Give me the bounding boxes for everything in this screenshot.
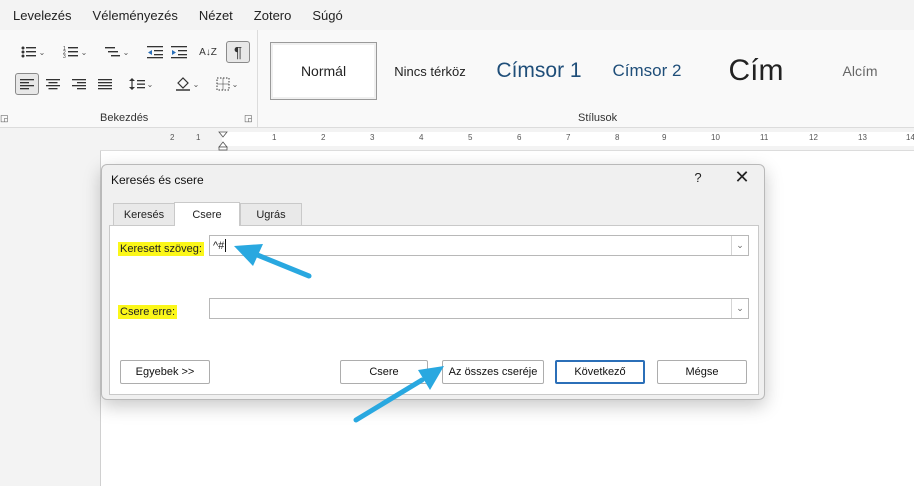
borders-button[interactable]: ⌄	[210, 73, 244, 95]
align-left-icon	[20, 79, 34, 90]
replace-input[interactable]: ⌄	[209, 298, 749, 319]
increase-indent-button[interactable]	[168, 41, 190, 63]
style-heading-2[interactable]: Címsor 2	[598, 42, 696, 100]
numbering-icon: 123	[63, 46, 78, 59]
chevron-down-icon: ⌄	[231, 79, 239, 89]
ruler-tick: 6	[517, 133, 522, 142]
find-label-text: Keresett szöveg:	[118, 242, 204, 256]
bullets-icon	[21, 46, 36, 58]
replace-label-text: Csere erre:	[118, 305, 178, 319]
style-normal[interactable]: Normál	[270, 42, 377, 100]
chevron-down-icon: ⌄	[122, 47, 130, 57]
chevron-down-icon: ⌄	[38, 47, 46, 57]
chevron-down-icon: ⌄	[146, 79, 154, 89]
chevron-down-icon: ⌄	[192, 79, 200, 89]
dialog-title: Keresés és csere	[111, 173, 204, 187]
paragraph-group-label: Bekezdés	[100, 112, 149, 124]
style-no-spacing[interactable]: Nincs térköz	[380, 42, 480, 100]
indent-marker[interactable]	[218, 129, 228, 151]
menu-bar: Levelezés Véleményezés Nézet Zotero Súgó	[0, 0, 914, 30]
ruler-tick: 12	[809, 133, 818, 142]
tab-find[interactable]: Keresés	[113, 203, 175, 225]
more-button[interactable]: Egyebek >>	[120, 360, 210, 384]
chevron-down-icon: ⌄	[736, 240, 744, 250]
find-next-button[interactable]: Következő	[555, 360, 645, 384]
multilevel-list-icon	[104, 47, 120, 57]
align-center-button[interactable]	[42, 73, 64, 95]
ruler-tick: 11	[760, 133, 769, 142]
chevron-down-icon: ⌄	[736, 303, 744, 313]
paragraph-group: ⌄ 1 2 3 ⌄ ⌄ A↓Z ¶ ⌄ ⌄ ⌄ Bekezdés ◲ ◲	[0, 30, 258, 128]
ruler-tick: 7	[566, 133, 571, 142]
svg-text:3: 3	[63, 54, 66, 59]
tab-goto[interactable]: Ugrás	[240, 203, 302, 225]
ruler-tick: 2	[321, 133, 326, 142]
ruler-tick: 4	[419, 133, 424, 142]
find-label: Keresett szöveg:	[118, 239, 204, 257]
decrease-indent-button[interactable]	[144, 41, 166, 63]
ruler-tick: 13	[858, 133, 867, 142]
menu-levelezes[interactable]: Levelezés	[13, 8, 72, 23]
replace-label: Csere erre:	[118, 302, 178, 320]
line-spacing-icon	[128, 78, 145, 90]
multilevel-list-button[interactable]: ⌄	[100, 41, 134, 63]
justify-button[interactable]	[94, 73, 116, 95]
find-input-value: ^#	[213, 239, 225, 252]
numbering-button[interactable]: 1 2 3 ⌄	[58, 41, 92, 63]
align-center-icon	[46, 79, 60, 90]
find-dropdown-button[interactable]: ⌄	[731, 236, 748, 255]
font-dialog-launcher[interactable]: ◲	[0, 113, 9, 124]
menu-zotero[interactable]: Zotero	[254, 8, 292, 23]
ruler-tick: 8	[615, 133, 620, 142]
replace-dropdown-button[interactable]: ⌄	[731, 299, 748, 318]
menu-velemenyezes[interactable]: Véleményezés	[93, 8, 178, 23]
shading-button[interactable]: ⌄	[170, 73, 204, 95]
bullets-button[interactable]: ⌄	[16, 41, 50, 63]
menu-nezet[interactable]: Nézet	[199, 8, 233, 23]
replace-all-button[interactable]: Az összes cseréje	[442, 360, 544, 384]
help-button[interactable]: ?	[692, 170, 704, 185]
chevron-down-icon: ⌄	[80, 47, 88, 57]
show-formatting-marks-button[interactable]: ¶	[226, 41, 250, 63]
align-right-icon	[72, 79, 86, 90]
decrease-indent-icon	[147, 46, 163, 59]
arrow-to-find-input	[234, 244, 312, 279]
sort-button[interactable]: A↓Z	[196, 41, 220, 63]
ruler-tick: 1	[272, 133, 277, 142]
close-button[interactable]: ✕	[732, 167, 752, 188]
styles-group-label: Stílusok	[578, 112, 618, 124]
ruler-tick: 14	[906, 133, 914, 142]
ruler-tick: 1	[196, 133, 201, 142]
ruler-tick: 2	[170, 133, 175, 142]
ruler-tick: 3	[370, 133, 375, 142]
justify-icon	[98, 79, 112, 90]
ruler: 2 1 1 2 3 4 5 6 7 8 9 10 11 12 13 14	[100, 129, 914, 151]
paint-bucket-icon	[175, 77, 190, 91]
line-spacing-button[interactable]: ⌄	[124, 73, 158, 95]
arrow-to-replace-all	[353, 366, 444, 423]
borders-icon	[216, 77, 230, 91]
style-title[interactable]: Cím	[698, 42, 814, 100]
menu-sugo[interactable]: Súgó	[312, 8, 342, 23]
ruler-tick: 5	[468, 133, 473, 142]
ruler-tick: 9	[662, 133, 667, 142]
align-right-button[interactable]	[68, 73, 90, 95]
increase-indent-icon	[171, 46, 187, 59]
align-left-button[interactable]	[15, 73, 39, 95]
style-heading-1[interactable]: Címsor 1	[482, 42, 596, 100]
styles-gallery: Normál Nincs térköz Címsor 1 Címsor 2 Cí…	[268, 42, 914, 100]
ribbon: ⌄ 1 2 3 ⌄ ⌄ A↓Z ¶ ⌄ ⌄ ⌄ Bekezdés ◲ ◲ Nor…	[0, 30, 914, 128]
ruler-tick: 10	[711, 133, 720, 142]
tab-replace[interactable]: Csere	[174, 202, 240, 226]
paragraph-dialog-launcher[interactable]: ◲	[244, 113, 253, 124]
style-subtitle[interactable]: Alcím	[816, 42, 904, 100]
cancel-button[interactable]: Mégse	[657, 360, 747, 384]
